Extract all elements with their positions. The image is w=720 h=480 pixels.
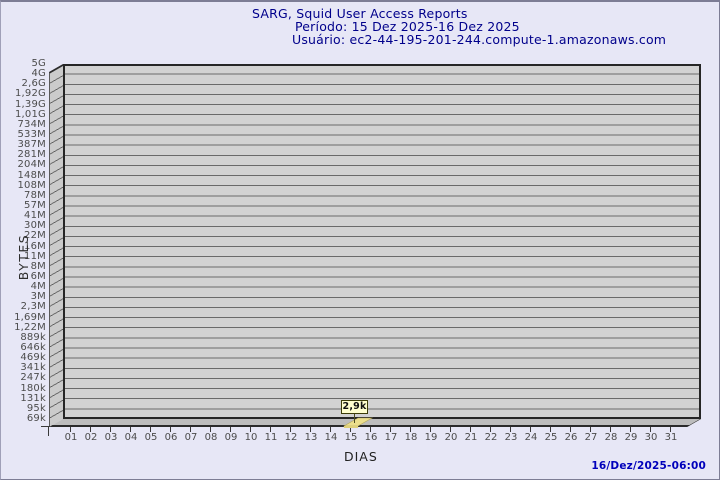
bar-day-15 <box>342 417 374 428</box>
x-axis-tick-label: 31 <box>664 432 678 443</box>
x-axis-tick-label: 12 <box>284 432 298 443</box>
y-axis-tick-label: 2,3M <box>20 301 46 313</box>
x-axis-tick-label: 19 <box>424 432 438 443</box>
x-axis-labels: 01 02 03 04 05 06 07 08 09 10 11 12 13 14 15 16 17 18 19 20… <box>61 432 681 444</box>
sarg-report-page: SARG, Squid User Access Reports Período:… <box>0 0 720 480</box>
chart-plot-area <box>63 64 701 419</box>
x-axis-tick-label: 28 <box>604 432 618 443</box>
x-axis-tick-label: 04 <box>124 432 138 443</box>
x-axis-tick-label: 05 <box>144 432 158 443</box>
x-axis-tick-label: 15 <box>344 432 358 443</box>
x-axis-tick-label: 10 <box>244 432 258 443</box>
y-axis-tick-label: 247k <box>20 372 46 384</box>
x-axis-tick-label: 21 <box>464 432 478 443</box>
x-axis-tick-label: 03 <box>104 432 118 443</box>
bar-value-leader-line <box>354 414 355 423</box>
x-axis-tick-label: 02 <box>84 432 98 443</box>
x-axis-tick-label: 08 <box>204 432 218 443</box>
x-axis-title: DIAS <box>344 449 378 464</box>
x-axis-tick-label: 17 <box>384 432 398 443</box>
x-axis-tick-label: 11 <box>264 432 278 443</box>
generation-timestamp: 16/Dez/2025-06:00 <box>591 460 706 472</box>
x-axis-tick-label: 06 <box>164 432 178 443</box>
x-axis-tick-label: 25 <box>544 432 558 443</box>
x-axis-tick-label: 18 <box>404 432 418 443</box>
x-axis-tick-label: 24 <box>524 432 538 443</box>
chart-left-wall <box>49 64 63 428</box>
axis-origin-tick-v <box>48 427 49 436</box>
x-axis-tick-label: 16 <box>364 432 378 443</box>
x-axis-tick-label: 27 <box>584 432 598 443</box>
y-axis-tick-label: 69k <box>26 412 46 424</box>
x-axis-tick-label: 30 <box>644 432 658 443</box>
report-user: Usuário: ec2-44-195-201-244.compute-1.am… <box>292 32 667 47</box>
x-axis-tick-label: 13 <box>304 432 318 443</box>
bar-value-callout: 2,9k <box>341 400 368 414</box>
x-axis-tick-label: 22 <box>484 432 498 443</box>
x-axis-tick-label: 09 <box>224 432 238 443</box>
x-axis-tick-label: 23 <box>504 432 518 443</box>
x-axis-tick-label: 01 <box>64 432 78 443</box>
y-axis-title: BYTES <box>16 233 31 281</box>
x-axis-tick-label: 14 <box>324 432 338 443</box>
x-axis-tick-label: 20 <box>444 432 458 443</box>
x-axis-tick-label: 29 <box>624 432 638 443</box>
x-axis-tick-label: 07 <box>184 432 198 443</box>
x-axis-tick-label: 26 <box>564 432 578 443</box>
